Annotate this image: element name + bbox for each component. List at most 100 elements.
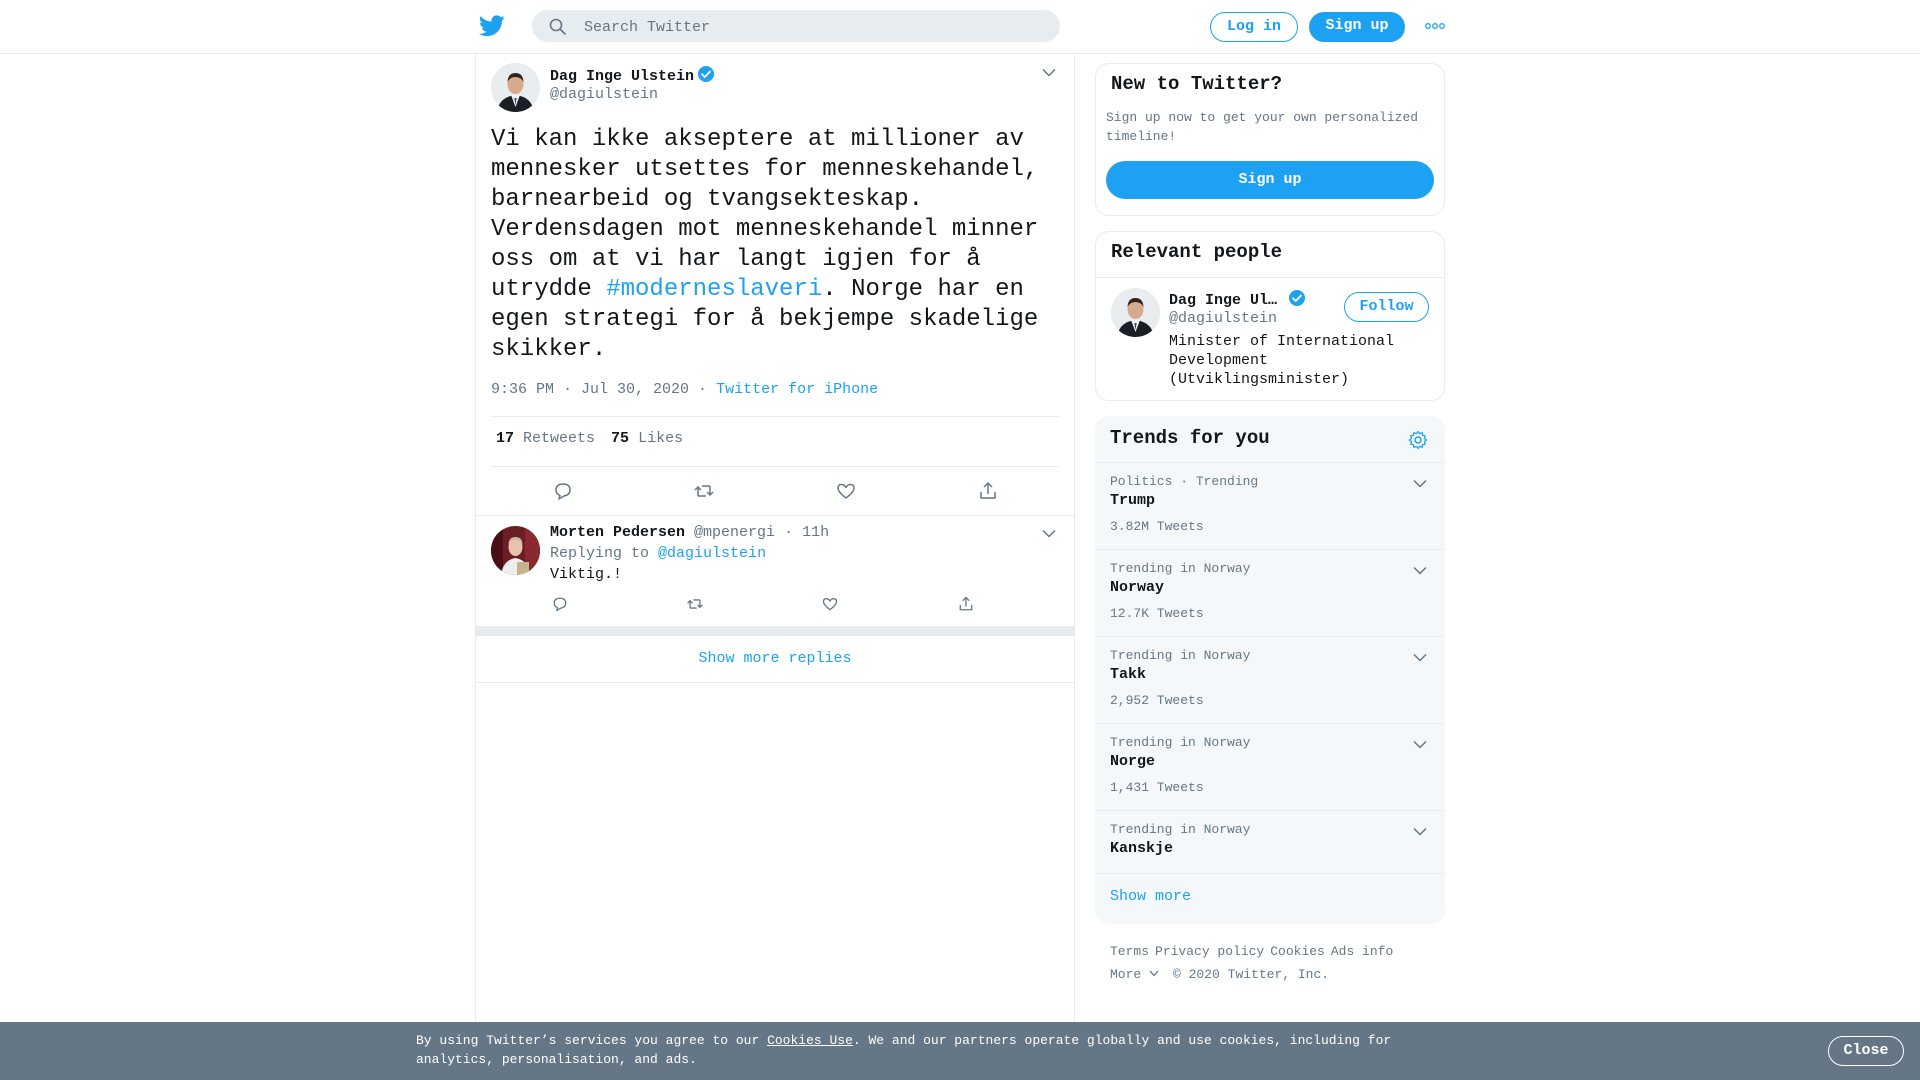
divider: [491, 416, 1059, 417]
chevron-down-icon[interactable]: [1149, 970, 1159, 977]
avatar[interactable]: [491, 63, 540, 112]
copyright: © 2020 Twitter, Inc.: [1173, 967, 1330, 982]
chevron-down-icon[interactable]: [1042, 529, 1056, 538]
tweet-metadata: 9:36 PM · Jul 30, 2020 · Twitter for iPh…: [491, 381, 878, 398]
trend-count: 1,431 Tweets: [1110, 780, 1204, 795]
reply-avatar[interactable]: [491, 526, 540, 575]
card-title: New to Twitter?: [1111, 73, 1283, 95]
twitter-bird-icon[interactable]: [479, 14, 505, 38]
verified-badge-icon: [1289, 290, 1305, 306]
share-icon[interactable]: [957, 595, 975, 613]
sidebar-signup-button[interactable]: Sign up: [1106, 161, 1434, 199]
footer-more-label[interactable]: More: [1110, 967, 1141, 982]
trend-item[interactable]: Politics · Trending Trump 3.82M Tweets: [1095, 462, 1445, 549]
trend-count: 3.82M Tweets: [1110, 519, 1204, 534]
trend-item[interactable]: Trending in Norway Norge 1,431 Tweets: [1095, 723, 1445, 810]
likes-count: 75: [611, 430, 630, 447]
chevron-down-icon[interactable]: [1413, 827, 1427, 836]
relevant-people-card: Relevant people Dag Inge Ulstein @dagiul…: [1095, 231, 1445, 401]
verified-badge-icon: [698, 66, 715, 82]
person-name[interactable]: Dag Inge Ulstein: [1169, 289, 1312, 309]
cookies-use-link[interactable]: Cookies Use: [767, 1033, 853, 1048]
tweet-source-link[interactable]: Twitter for iPhone: [716, 381, 878, 398]
search-box[interactable]: [532, 10, 1060, 44]
footer-more-menu[interactable]: More: [1110, 967, 1159, 982]
chevron-down-icon[interactable]: [1042, 68, 1056, 77]
retweet-icon[interactable]: [686, 595, 704, 613]
tweet-author-handle[interactable]: @dagiulstein: [550, 86, 658, 103]
chevron-down-icon[interactable]: [1413, 479, 1427, 488]
show-more-label[interactable]: Show more: [1110, 888, 1191, 905]
like-heart-icon[interactable]: [835, 480, 857, 502]
meta-separator: ·: [689, 381, 717, 398]
trend-name[interactable]: Norge: [1110, 753, 1155, 770]
login-button[interactable]: Log in: [1210, 12, 1298, 42]
card-title: Relevant people: [1111, 241, 1283, 263]
person-name-text[interactable]: Dag Inge Ulstein: [1169, 292, 1285, 309]
tweet-timestamp[interactable]: 9:36 PM · Jul 30, 2020: [491, 381, 689, 398]
footer-link-cookies[interactable]: Cookies: [1270, 944, 1325, 959]
author-name-text[interactable]: Dag Inge Ulstein: [550, 68, 694, 85]
signup-button[interactable]: Sign up: [1309, 12, 1405, 42]
close-button[interactable]: Close: [1828, 1036, 1904, 1066]
divider: [476, 515, 1074, 516]
divider: [1096, 277, 1444, 278]
trend-count: 12.7K Tweets: [1110, 606, 1204, 621]
more-dots-icon[interactable]: [1425, 22, 1445, 30]
card-title: Trends for you: [1110, 427, 1270, 449]
trend-name[interactable]: Takk: [1110, 666, 1146, 683]
reply-author-name[interactable]: Morten Pedersen: [550, 524, 685, 541]
tweet-author-name[interactable]: Dag Inge Ulstein: [550, 65, 715, 85]
avatar[interactable]: [1111, 288, 1160, 337]
settings-gear-icon[interactable]: [1408, 430, 1428, 450]
reply-icon[interactable]: [551, 595, 569, 613]
search-input[interactable]: [582, 10, 1046, 44]
trend-name[interactable]: Kanskje: [1110, 840, 1173, 857]
footer-link-ads-info[interactable]: Ads info: [1331, 944, 1393, 959]
search-icon: [549, 18, 566, 35]
footer-link-terms[interactable]: Terms: [1110, 944, 1149, 959]
top-navigation-bar: Log in Sign up: [0, 0, 1920, 54]
footer-link-privacy[interactable]: Privacy policy: [1155, 944, 1264, 959]
share-icon[interactable]: [977, 480, 999, 502]
show-more-replies-button[interactable]: Show more replies: [476, 636, 1074, 682]
tweet-stats: 17 Retweets 75 Likes: [496, 430, 683, 447]
reply-author[interactable]: Morten Pedersen @mpenergi · 11h: [550, 524, 829, 541]
follow-button[interactable]: Follow: [1344, 292, 1429, 322]
tweet-text: Vi kan ikke akseptere at millioner av me…: [491, 125, 1051, 365]
chevron-down-icon[interactable]: [1413, 740, 1427, 749]
retweets-label: Retweets: [523, 430, 596, 447]
replying-label: Replying to: [550, 545, 650, 562]
trend-item[interactable]: Trending in Norway Norway 12.7K Tweets: [1095, 549, 1445, 636]
likes-stat[interactable]: 75 Likes: [611, 430, 683, 447]
trend-context: Trending in Norway: [1110, 648, 1251, 663]
trend-count: 2,952 Tweets: [1110, 693, 1204, 708]
person-handle[interactable]: @dagiulstein: [1169, 310, 1277, 327]
hashtag-link[interactable]: #moderneslaveri: [606, 276, 822, 303]
trend-context: Trending in Norway: [1110, 822, 1251, 837]
section-separator: [476, 626, 1074, 636]
divider: [491, 466, 1059, 467]
footer-links: Terms Privacy policy Cookies Ads info More …: [1110, 940, 1440, 986]
reply-author-handle[interactable]: @mpenergi: [694, 524, 775, 541]
trend-item[interactable]: Trending in Norway Takk 2,952 Tweets: [1095, 636, 1445, 723]
chevron-down-icon[interactable]: [1413, 566, 1427, 575]
cookie-banner: By using Twitter’s services you agree to…: [0, 1022, 1920, 1080]
show-more-trends-button[interactable]: Show more: [1095, 873, 1445, 924]
trend-item[interactable]: Trending in Norway Kanskje: [1095, 810, 1445, 873]
retweets-count: 17: [496, 430, 515, 447]
trend-name[interactable]: Trump: [1110, 492, 1155, 509]
chevron-down-icon[interactable]: [1413, 653, 1427, 662]
replying-to: Replying to @dagiulstein: [550, 545, 766, 562]
reply-icon[interactable]: [552, 480, 574, 502]
new-to-twitter-card: New to Twitter? Sign up now to get your …: [1095, 63, 1445, 216]
main-column: Dag Inge Ulstein @dagiulstein Vi kan ikk…: [475, 53, 1075, 1022]
mention-link[interactable]: @dagiulstein: [658, 545, 766, 562]
retweet-icon[interactable]: [693, 480, 715, 502]
card-description: Sign up now to get your own personalized…: [1106, 110, 1419, 144]
like-heart-icon[interactable]: [821, 595, 839, 613]
retweets-stat[interactable]: 17 Retweets: [496, 430, 595, 447]
reply-time[interactable]: · 11h: [784, 524, 829, 541]
trend-name[interactable]: Norway: [1110, 579, 1164, 596]
person-bio: Minister of International Development (U…: [1169, 333, 1395, 388]
